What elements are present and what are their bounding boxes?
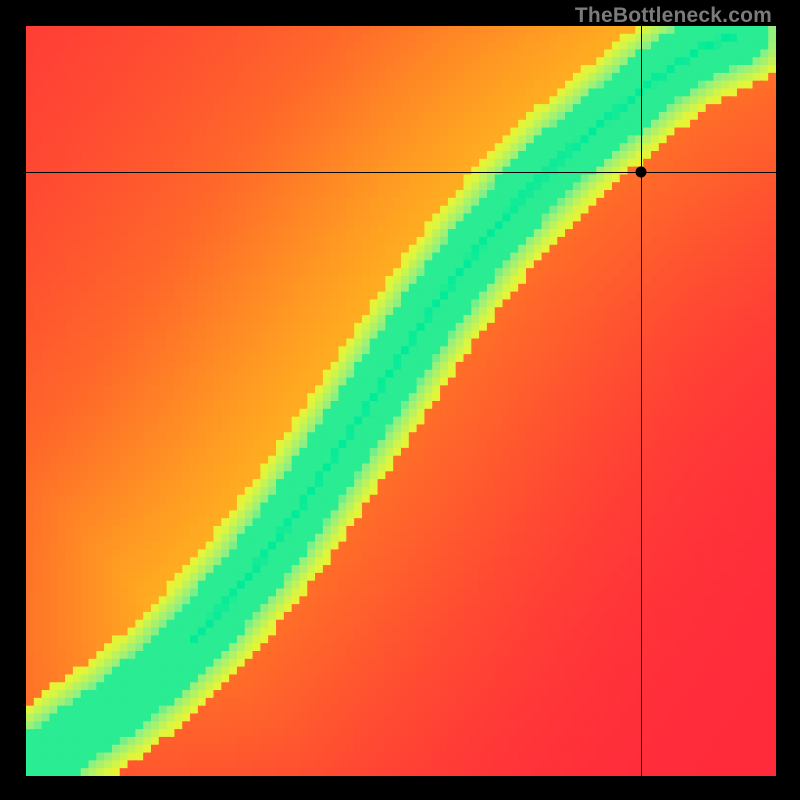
data-point-marker (636, 167, 647, 178)
heatmap-canvas (26, 26, 776, 776)
crosshair-vertical (641, 26, 642, 776)
chart-container: TheBottleneck.com (0, 0, 800, 800)
watermark-text: TheBottleneck.com (575, 4, 772, 28)
plot-area (26, 26, 776, 776)
crosshair-horizontal (26, 172, 776, 173)
